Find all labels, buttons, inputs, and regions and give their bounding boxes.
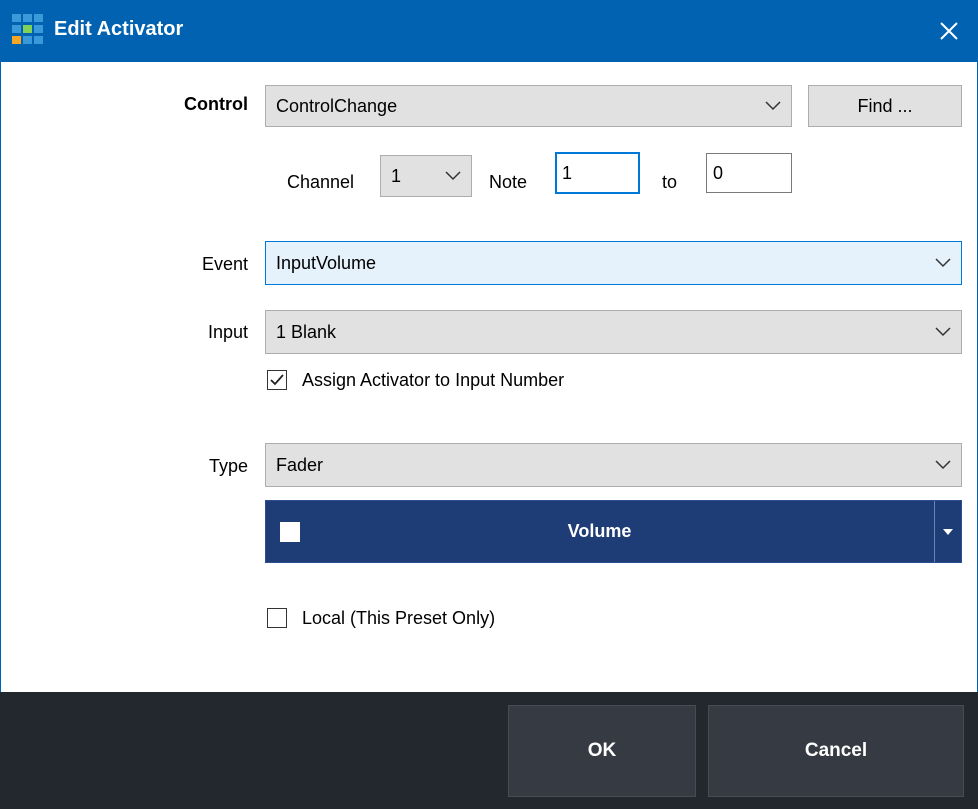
find-button[interactable]: Find ... [808, 85, 962, 127]
note-label: Note [489, 172, 528, 192]
input-value: 1 Blank [276, 321, 337, 342]
input-label: Input [207, 322, 248, 342]
type-label: Type [208, 456, 248, 476]
title-bar: Edit Activator [0, 0, 978, 62]
assign-input-checkbox[interactable] [267, 370, 287, 390]
local-label[interactable]: Local (This Preset Only) [302, 608, 495, 629]
checkmark-icon [270, 374, 284, 386]
note-to-input[interactable]: 0 [706, 153, 792, 193]
type-value: Fader [276, 454, 324, 475]
input-select[interactable]: 1 Blank [265, 310, 962, 354]
dialog-footer: OK Cancel [0, 692, 978, 809]
chevron-down-icon [935, 258, 951, 268]
control-select[interactable]: ControlChange [265, 85, 792, 127]
event-label: Event [201, 254, 248, 274]
ok-button[interactable]: OK [508, 705, 696, 797]
chevron-down-icon [935, 327, 951, 337]
channel-select[interactable]: 1 [380, 155, 472, 197]
close-button[interactable] [930, 12, 968, 50]
local-checkbox[interactable] [267, 608, 287, 628]
chevron-down-icon [445, 171, 461, 181]
channel-label: Channel [287, 172, 355, 192]
chevron-down-icon [935, 460, 951, 470]
caret-down-icon [943, 528, 953, 535]
cancel-button[interactable]: Cancel [708, 705, 964, 797]
action-dropdown-button[interactable] [934, 501, 961, 562]
action-label: Volume [567, 521, 632, 541]
app-grid-icon [12, 14, 43, 44]
control-value: ControlChange [276, 95, 398, 116]
note-to-label: to [662, 172, 678, 192]
event-select[interactable]: InputVolume [265, 241, 962, 285]
control-label: Control [184, 94, 248, 114]
type-select[interactable]: Fader [265, 443, 962, 487]
action-function-selector[interactable]: Volume [265, 500, 962, 563]
note-from-input[interactable]: 1 [555, 152, 640, 194]
assign-input-label[interactable]: Assign Activator to Input Number [302, 370, 564, 391]
chevron-down-icon [765, 101, 781, 111]
event-value: InputVolume [276, 252, 377, 273]
close-icon [940, 22, 958, 40]
window-title: Edit Activator [54, 18, 184, 40]
